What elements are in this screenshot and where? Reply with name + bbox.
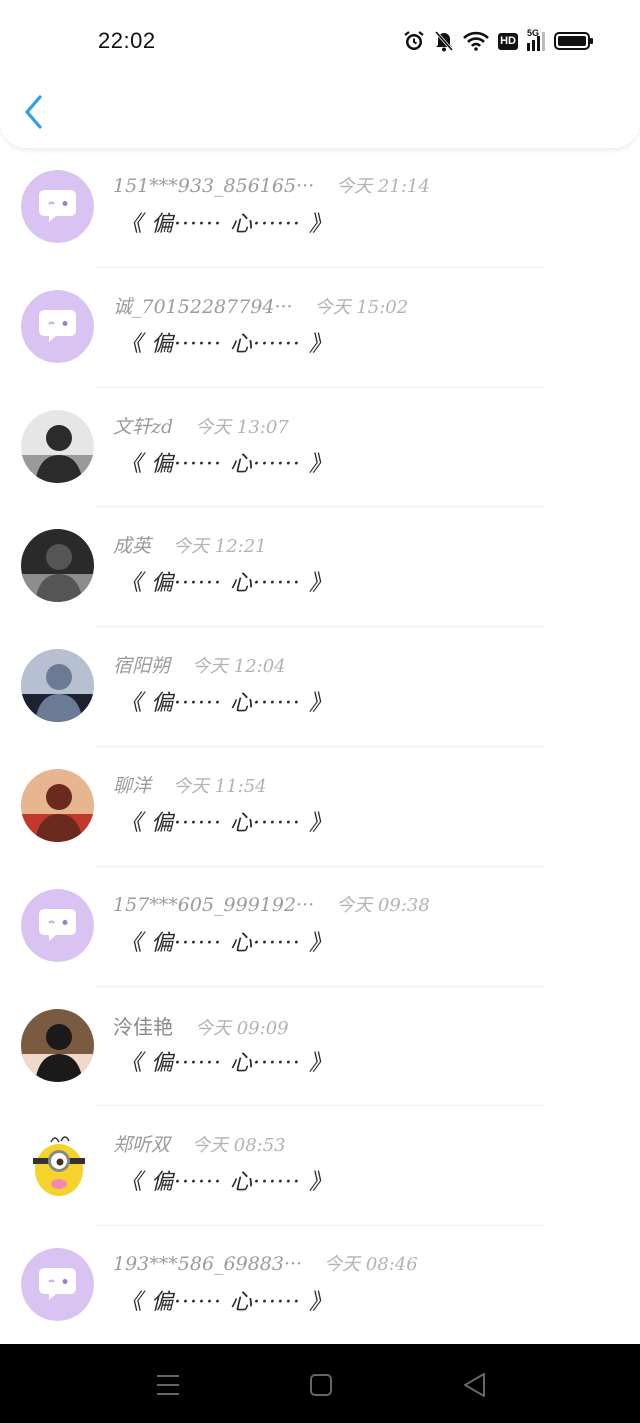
message-item[interactable]: 193***586_69883··· 今天 08:46 《 偏······ 心···… <box>0 1226 640 1344</box>
chevron-left-icon <box>25 95 42 129</box>
avatar[interactable] <box>21 768 94 842</box>
message-time: 今天 09:38 <box>336 894 430 916</box>
sender-name: 151***933_856165··· <box>113 175 315 197</box>
message-meta: 文轩zd 今天 13:07 <box>113 412 289 439</box>
user-photo-icon <box>21 768 94 842</box>
sender-name: 成英 <box>113 535 152 558</box>
5g-signal-icon: 5G <box>527 28 545 51</box>
message-meta: 聊洋 今天 11:54 <box>113 771 267 798</box>
back-button[interactable] <box>20 92 50 132</box>
sender-name: 193***586_69883··· <box>113 1253 303 1276</box>
message-meta: 成英 今天 12:21 <box>113 531 267 558</box>
message-time: 今天 12:04 <box>192 656 286 678</box>
message-item[interactable]: 成英 今天 12:21 《 偏······ 心······ 》 <box>0 507 640 628</box>
message-time: 今天 12:21 <box>173 536 267 558</box>
message-meta: 宿阳朔 今天 12:04 <box>113 651 286 678</box>
sender-name: 宿阳朔 <box>113 655 171 678</box>
message-list: 151***933_856165··· 今天 21:14 《 偏······ 心··… <box>0 148 640 1344</box>
sender-name: 诚_70152287794··· <box>113 295 293 318</box>
message-time: 今天 09:09 <box>195 1017 289 1039</box>
message-item[interactable]: 文轩zd 今天 13:07 《 偏······ 心······ 》 <box>0 388 640 508</box>
sender-name: 郑听双 <box>113 1134 171 1157</box>
home-button[interactable] <box>306 1370 336 1400</box>
message-time: 今天 08:46 <box>324 1254 418 1276</box>
avatar[interactable] <box>21 1248 94 1322</box>
default-chat-avatar-icon <box>21 888 94 962</box>
avatar[interactable] <box>21 170 94 243</box>
message-meta: 157***605_999192··· 今天 09:38 <box>113 891 430 917</box>
message-meta: 151***933_856165··· 今天 21:14 <box>113 172 430 198</box>
system-nav-bar <box>0 1344 640 1423</box>
message-item[interactable]: 157***605_999192··· 今天 09:38 《 偏······ 心··… <box>0 867 640 987</box>
avatar[interactable] <box>21 1008 94 1082</box>
message-time: 今天 15:02 <box>314 296 409 318</box>
message-text: 《 偏······ 心······ 》 <box>120 571 332 597</box>
user-photo-icon <box>21 409 94 483</box>
avatar[interactable] <box>21 529 94 603</box>
status-time: 22:02 <box>98 28 156 53</box>
home-icon <box>310 1374 332 1396</box>
hd-icon: HD <box>498 32 518 50</box>
message-text: 《 偏······ 心······ 》 <box>120 1170 332 1196</box>
message-time: 今天 21:14 <box>336 176 430 197</box>
user-photo-icon <box>21 1008 94 1082</box>
back-triangle-icon <box>464 1373 485 1397</box>
avatar[interactable] <box>21 409 94 483</box>
message-item[interactable]: 聊洋 今天 11:54 《 偏······ 心······ 》 <box>0 747 640 867</box>
message-item[interactable]: 郑听双 今天 08:53 《 偏······ 心······ 》 <box>0 1106 640 1227</box>
avatar[interactable] <box>21 289 94 363</box>
default-chat-avatar-icon <box>21 1248 94 1322</box>
message-item[interactable]: 诚_70152287794··· 今天 15:02 《 偏······ 心·····… <box>0 268 640 388</box>
minion-avatar-icon <box>21 1128 94 1202</box>
message-text: 《 偏······ 心······ 》 <box>120 451 332 477</box>
top-header: 22:02 HD 5G <box>0 0 640 148</box>
user-photo-icon <box>21 649 94 723</box>
message-meta: 193***586_69883··· 今天 08:46 <box>113 1250 418 1276</box>
sender-name: 157***605_999192··· <box>113 893 315 916</box>
default-chat-avatar-icon <box>21 170 94 243</box>
avatar[interactable] <box>21 649 94 723</box>
avatar[interactable] <box>21 888 94 962</box>
sender-name: 文轩zd <box>113 415 174 438</box>
message-text: 《 偏······ 心······ 》 <box>120 331 332 357</box>
message-time: 今天 11:54 <box>173 775 267 797</box>
default-chat-avatar-icon <box>21 289 94 363</box>
status-bar: 22:02 HD 5G <box>0 0 640 80</box>
user-photo-icon <box>21 529 94 603</box>
message-meta: 郑听双 今天 08:53 <box>113 1130 286 1157</box>
sender-name: 泠佳艳 <box>113 1014 173 1039</box>
message-meta: 泠佳艳 今天 09:09 <box>113 1011 289 1040</box>
message-text: 《 偏······ 心······ 》 <box>120 810 332 836</box>
menu-button[interactable] <box>153 1370 183 1400</box>
menu-icon <box>157 1375 179 1395</box>
mute-bell-icon <box>434 31 454 52</box>
alarm-icon <box>404 31 424 50</box>
message-item[interactable]: 泠佳艳 今天 09:09 《 偏······ 心······ 》 <box>0 987 640 1107</box>
message-text: 《 偏······ 心······ 》 <box>120 691 332 717</box>
network-label: 5G <box>527 28 540 38</box>
wifi-icon <box>463 31 490 51</box>
message-item[interactable]: 宿阳朔 今天 12:04 《 偏······ 心······ 》 <box>0 627 640 747</box>
battery-icon <box>554 32 593 50</box>
message-item[interactable]: 151***933_856165··· 今天 21:14 《 偏······ 心··… <box>0 148 640 268</box>
back-nav-button[interactable] <box>460 1370 490 1400</box>
sender-name: 聊洋 <box>113 774 152 797</box>
message-text: 《 偏······ 心······ 》 <box>120 1050 332 1076</box>
message-meta: 诚_70152287794··· 今天 15:02 <box>113 292 408 319</box>
status-icons: HD 5G <box>403 28 594 54</box>
message-text: 《 偏······ 心······ 》 <box>120 930 332 956</box>
avatar[interactable] <box>21 1128 94 1202</box>
message-text: 《 偏······ 心······ 》 <box>120 1290 332 1316</box>
message-time: 今天 13:07 <box>195 416 289 438</box>
message-time: 今天 08:53 <box>192 1135 286 1157</box>
message-text: 《 偏······ 心······ 》 <box>120 212 332 237</box>
